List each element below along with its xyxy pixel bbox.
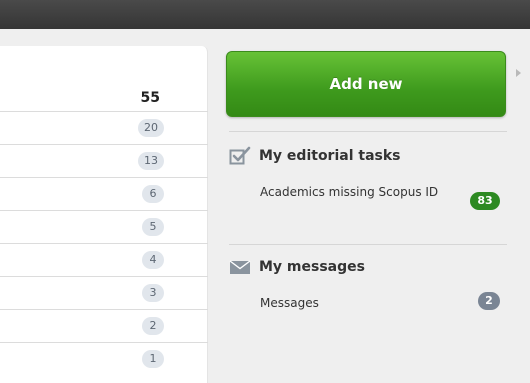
- table-row[interactable]: 6: [0, 177, 208, 210]
- add-new-button[interactable]: Add new: [226, 51, 506, 117]
- count-badge: 6: [142, 185, 164, 203]
- task-item-missing-scopus[interactable]: Academics missing Scopus ID: [260, 182, 460, 203]
- envelope-icon: [229, 260, 251, 274]
- left-panel: 55 20 13 6 5 4 3 2 1: [0, 46, 208, 383]
- table-row[interactable]: 13: [0, 144, 208, 177]
- total-count: 55: [140, 90, 160, 106]
- my-messages-heading: My messages: [229, 259, 365, 275]
- divider: [229, 244, 507, 245]
- checkbox-icon: [229, 146, 251, 165]
- count-badge: 5: [142, 218, 164, 236]
- table-row[interactable]: 2: [0, 309, 208, 342]
- message-count-badge: 2: [478, 292, 500, 310]
- count-badge: 1: [142, 350, 164, 368]
- count-badge: 13: [138, 152, 164, 170]
- top-bar: [0, 0, 530, 29]
- count-badge: 20: [138, 119, 164, 137]
- table-row[interactable]: 1: [0, 342, 208, 375]
- messages-item[interactable]: Messages: [260, 296, 319, 310]
- section-title: My editorial tasks: [259, 148, 401, 164]
- count-badge: 4: [142, 251, 164, 269]
- table-row[interactable]: 4: [0, 243, 208, 276]
- task-count-badge: 83: [470, 192, 500, 210]
- table-row[interactable]: 3: [0, 276, 208, 309]
- table-row[interactable]: 20: [0, 111, 208, 144]
- chevron-right-icon[interactable]: [516, 69, 521, 77]
- divider: [229, 131, 507, 132]
- count-badge: 3: [142, 284, 164, 302]
- section-title: My messages: [259, 259, 365, 275]
- table-row[interactable]: 5: [0, 210, 208, 243]
- editorial-tasks-heading: My editorial tasks: [229, 146, 401, 166]
- count-badge: 2: [142, 317, 164, 335]
